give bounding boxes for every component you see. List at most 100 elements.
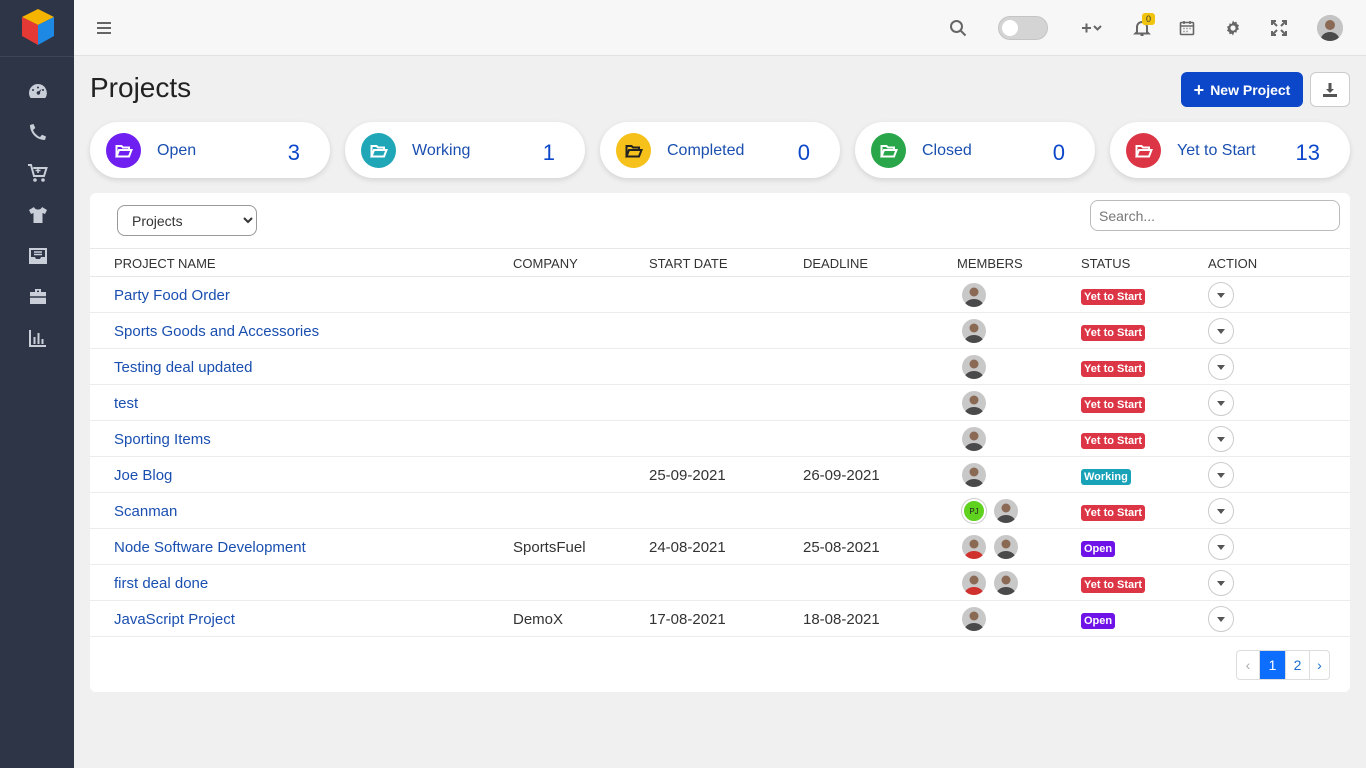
download-button[interactable]: [1310, 72, 1350, 107]
sidebar-divider: [0, 56, 74, 57]
deadline-cell: 25-08-2021: [803, 539, 880, 556]
stat-label: Working: [412, 142, 471, 159]
chart-icon: [29, 330, 46, 347]
col-deadline[interactable]: DEADLINE: [803, 256, 868, 271]
member-avatar[interactable]: [962, 355, 986, 379]
project-name-link[interactable]: Testing deal updated: [114, 359, 252, 376]
member-avatar[interactable]: [994, 571, 1018, 595]
notification-count-badge: 0: [1142, 13, 1155, 25]
sidebar-item-projects[interactable]: [24, 285, 52, 309]
member-initials-avatar[interactable]: PJ: [962, 499, 986, 523]
table-row: first deal done Yet to Start: [90, 565, 1350, 601]
col-company[interactable]: COMPANY: [513, 256, 578, 271]
project-name-link[interactable]: Scanman: [114, 503, 177, 520]
table-row: Sports Goods and Accessories Yet to Start: [90, 313, 1350, 349]
sidebar-item-products[interactable]: [24, 203, 52, 227]
notifications-bell-icon[interactable]: 0: [1130, 13, 1155, 40]
new-project-label: New Project: [1210, 81, 1291, 98]
status-badge: Working: [1081, 469, 1131, 485]
sidebar-item-dashboard[interactable]: [24, 79, 52, 103]
sidebar-item-reports[interactable]: [24, 326, 52, 350]
status-badge: Yet to Start: [1081, 289, 1146, 305]
caret-down-icon: [1217, 400, 1225, 406]
stat-count: 3: [287, 140, 300, 165]
project-name-link[interactable]: first deal done: [114, 575, 208, 592]
status-badge: Yet to Start: [1081, 505, 1146, 521]
fullscreen-expand-icon[interactable]: [1267, 16, 1291, 40]
project-name-link[interactable]: Sporting Items: [114, 431, 211, 448]
row-action-dropdown[interactable]: [1208, 462, 1234, 488]
user-avatar[interactable]: [1317, 15, 1343, 41]
search-input[interactable]: [1090, 200, 1340, 231]
member-avatar[interactable]: [962, 427, 986, 451]
sidebar-item-calls[interactable]: [24, 120, 52, 144]
quick-add-dropdown[interactable]: [1077, 16, 1107, 40]
pagination-page-2[interactable]: 2: [1285, 651, 1309, 679]
new-project-button[interactable]: + New Project: [1181, 72, 1303, 107]
member-avatar[interactable]: [962, 319, 986, 343]
member-avatar[interactable]: [994, 535, 1018, 559]
row-action-dropdown[interactable]: [1208, 570, 1234, 596]
toggle-knob: [1002, 20, 1018, 36]
project-name-link[interactable]: Party Food Order: [114, 287, 230, 304]
stat-card-open[interactable]: Open 3: [90, 122, 330, 178]
status-badge: Open: [1081, 613, 1116, 629]
project-name-link[interactable]: test: [114, 395, 138, 412]
hamburger-menu-icon[interactable]: [92, 16, 116, 40]
stat-count: 1: [542, 140, 555, 165]
project-type-select[interactable]: Projects: [117, 205, 257, 236]
theme-toggle[interactable]: [998, 16, 1048, 40]
caret-down-icon: [1217, 472, 1225, 478]
search-icon[interactable]: [946, 16, 970, 40]
row-action-dropdown[interactable]: [1208, 606, 1234, 632]
project-name-link[interactable]: Sports Goods and Accessories: [114, 323, 319, 340]
stat-count: 0: [797, 140, 810, 165]
project-name-link[interactable]: JavaScript Project: [114, 611, 235, 628]
project-name-link[interactable]: Joe Blog: [114, 467, 172, 484]
stat-card-yet-to-start[interactable]: Yet to Start 13: [1110, 122, 1350, 178]
project-name-link[interactable]: Node Software Development: [114, 539, 306, 556]
deadline-cell: 26-09-2021: [803, 467, 880, 484]
caret-down-icon: [1217, 328, 1225, 334]
folder-open-icon: [616, 133, 651, 168]
row-action-dropdown[interactable]: [1208, 390, 1234, 416]
stat-count: 0: [1052, 140, 1065, 165]
settings-gear-icon[interactable]: [1221, 16, 1245, 40]
member-avatar[interactable]: [962, 463, 986, 487]
stat-card-working[interactable]: Working 1: [345, 122, 585, 178]
status-badge: Yet to Start: [1081, 577, 1146, 593]
member-avatar[interactable]: [962, 391, 986, 415]
row-action-dropdown[interactable]: [1208, 282, 1234, 308]
row-action-dropdown[interactable]: [1208, 498, 1234, 524]
folder-open-icon: [106, 133, 141, 168]
member-avatar[interactable]: [962, 607, 986, 631]
top-header: 0: [74, 0, 1366, 56]
col-project-name[interactable]: PROJECT NAME: [114, 256, 216, 271]
row-action-dropdown[interactable]: [1208, 354, 1234, 380]
briefcase-icon: [30, 289, 46, 304]
pagination-prev[interactable]: ‹: [1237, 651, 1259, 679]
member-avatar[interactable]: [962, 283, 986, 307]
member-avatar[interactable]: [994, 499, 1018, 523]
row-action-dropdown[interactable]: [1208, 534, 1234, 560]
col-action: ACTION: [1208, 256, 1258, 271]
caret-down-icon: [1217, 616, 1225, 622]
stat-card-completed[interactable]: Completed 0: [600, 122, 840, 178]
phone-icon: [30, 124, 46, 140]
download-icon: [1323, 82, 1337, 97]
stat-card-closed[interactable]: Closed 0: [855, 122, 1095, 178]
sidebar-item-inbox[interactable]: [24, 244, 52, 268]
member-avatar[interactable]: [962, 535, 986, 559]
row-action-dropdown[interactable]: [1208, 426, 1234, 452]
pagination-next[interactable]: ›: [1309, 651, 1329, 679]
col-status[interactable]: STATUS: [1081, 256, 1130, 271]
app-logo-icon[interactable]: [20, 8, 56, 46]
pagination-page-1[interactable]: 1: [1259, 651, 1285, 679]
sidebar-item-orders[interactable]: [24, 161, 52, 185]
start-date-cell: 24-08-2021: [649, 539, 726, 556]
row-action-dropdown[interactable]: [1208, 318, 1234, 344]
member-avatar[interactable]: [962, 571, 986, 595]
status-badge: Yet to Start: [1081, 397, 1146, 413]
col-start-date[interactable]: START DATE: [649, 256, 728, 271]
calendar-icon[interactable]: [1175, 16, 1199, 40]
